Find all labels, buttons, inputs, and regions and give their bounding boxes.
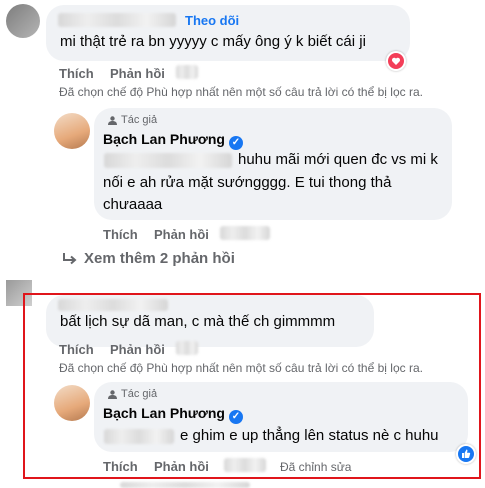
author-name[interactable]: Bạch Lan Phương ✓	[103, 131, 243, 150]
author-tag: Tác giả	[107, 114, 157, 126]
highlight-box	[23, 293, 481, 479]
love-reaction-icon[interactable]	[386, 51, 406, 71]
comment-text: mi thật trẻ ra bn yyyyy c mấy ông ý k bi…	[60, 33, 366, 50]
verified-badge-icon: ✓	[229, 136, 243, 150]
author-avatar[interactable]	[54, 113, 90, 149]
blurred-timestamp	[220, 226, 270, 240]
reply-arrow-icon	[63, 252, 77, 264]
filter-note: Đã chọn chế độ Phù hợp nhất nên một số c…	[59, 85, 423, 99]
blurred-name	[58, 13, 176, 27]
blurred-mention	[104, 153, 232, 168]
author-badge-icon	[108, 115, 117, 125]
like-action[interactable]: Thích	[59, 66, 94, 81]
reply-action[interactable]: Phản hồi	[154, 227, 209, 242]
reply-text-line3: chưaaaa	[103, 196, 163, 213]
like-action[interactable]: Thích	[103, 227, 138, 242]
blurred-timestamp	[176, 65, 198, 79]
see-more-label: Xem thêm 2 phản hồi	[84, 250, 235, 267]
reply-text-line1: huhu mãi mới quen đc vs mi k	[238, 151, 438, 168]
see-more-replies[interactable]: Xem thêm 2 phản hồi	[62, 250, 235, 267]
author-name-label: Bạch Lan Phương	[103, 131, 225, 147]
follow-link[interactable]: Theo dõi	[185, 13, 239, 28]
reply-action[interactable]: Phản hồi	[110, 66, 165, 81]
author-tag-label: Tác giả	[121, 114, 158, 126]
blurred-cutoff-text	[120, 482, 250, 488]
commenter-avatar[interactable]	[6, 4, 40, 38]
reply-text-line2: nối e ah rửa mặt sướngggg. E tui thong t…	[103, 174, 392, 191]
